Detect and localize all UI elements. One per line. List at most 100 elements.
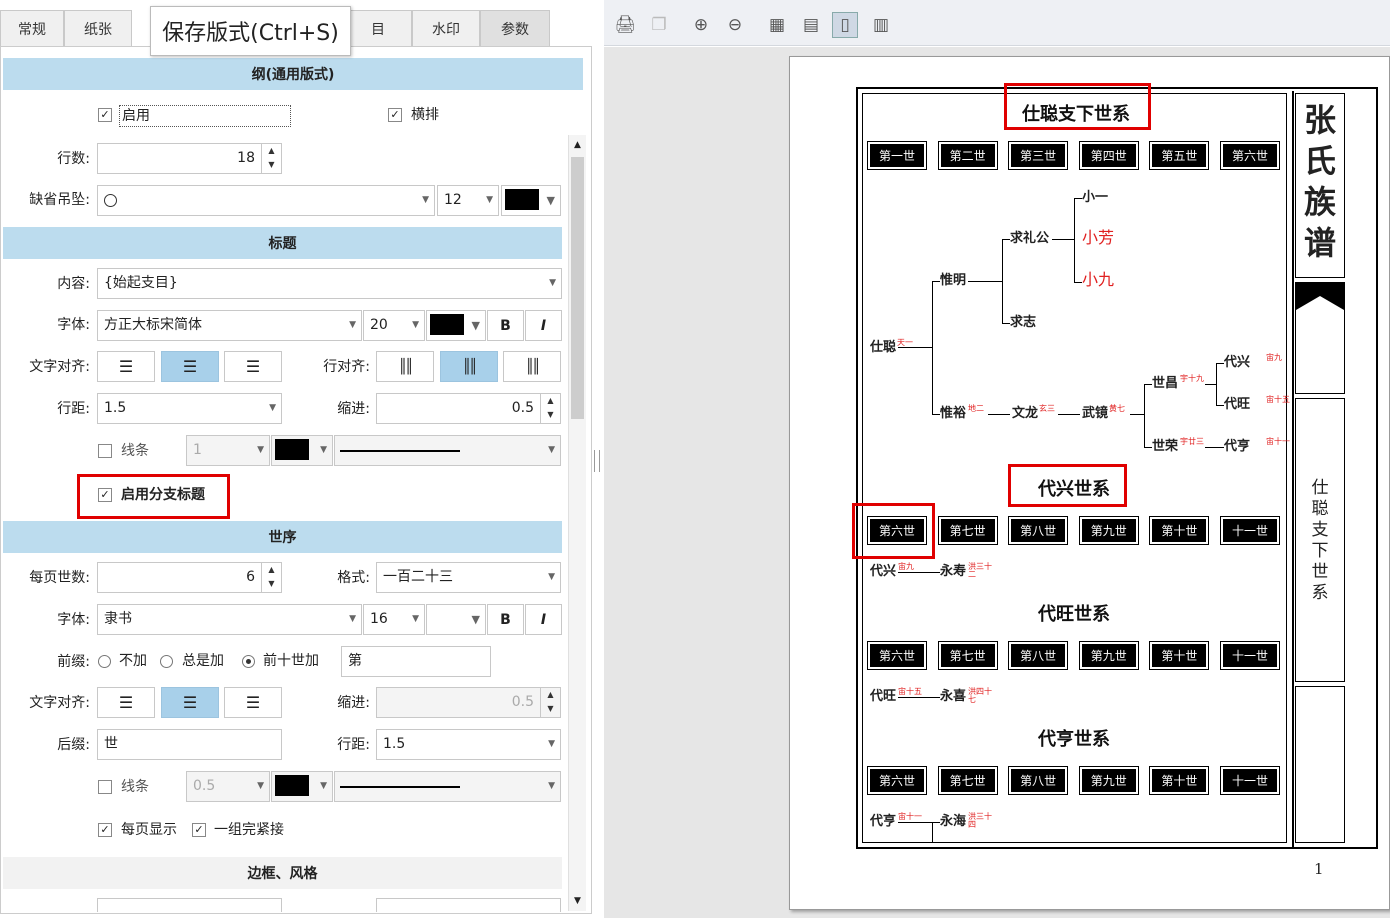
gen-line-width[interactable]: 0.5 ▼ <box>186 771 270 802</box>
row-align-top-button[interactable]: ║║ <box>376 351 434 382</box>
title-font-select[interactable]: 方正大标宋简体 ▼ <box>97 310 362 341</box>
gen-align-right-button[interactable]: ☰ <box>224 687 282 718</box>
border-select-partial-2[interactable] <box>376 898 561 912</box>
print-icon[interactable]: 🖨 <box>612 12 638 38</box>
gen-align-left-button[interactable]: ☰ <box>97 687 155 718</box>
format-select[interactable]: 一百二十三 ▼ <box>376 562 561 593</box>
fit-width-icon[interactable]: ▤ <box>798 12 824 38</box>
tab-catalog[interactable]: 目 <box>344 10 412 46</box>
row-align-middle-button[interactable]: ║║ <box>440 351 498 382</box>
gen-align-center-button[interactable]: ☰ <box>161 687 219 718</box>
align-right-button[interactable]: ☰ <box>224 351 282 382</box>
horizontal-checkbox[interactable]: ✓ <box>388 108 402 122</box>
splitter-handle[interactable] <box>594 450 600 472</box>
scroll-down-icon[interactable]: ▼ <box>569 891 586 911</box>
align-left-button[interactable]: ☰ <box>97 351 155 382</box>
tab-paper[interactable]: 纸张 <box>64 10 132 46</box>
content-select[interactable]: {始起支目} ▼ <box>97 268 562 299</box>
prefix-input[interactable]: 第 <box>341 646 491 677</box>
section-title-4: 代亨世系 <box>1038 729 1110 750</box>
align-left-icon: ☰ <box>118 357 134 376</box>
gen-size-select[interactable]: 16 ▼ <box>363 604 425 635</box>
generation-label: 第七世 <box>937 766 998 795</box>
prefix-first10-radio[interactable] <box>242 655 255 668</box>
zoom-in-icon[interactable]: ⊕ <box>688 12 714 38</box>
person-daiheng: 代亨 <box>1224 439 1251 454</box>
pendant-select[interactable]: ▼ <box>97 185 435 216</box>
pendant-size-select[interactable]: 12 ▼ <box>437 185 499 216</box>
title-size-select[interactable]: 20 ▼ <box>363 310 425 341</box>
per-page-input[interactable]: 6 ▲ ▼ <box>97 562 282 593</box>
generation-label: 第八世 <box>1008 641 1069 670</box>
gen-spacing-select[interactable]: 1.5 ▼ <box>376 729 561 760</box>
suffix-label: 后缀: <box>57 737 90 753</box>
single-page-icon[interactable]: ▯ <box>832 12 858 38</box>
row-align-bottom-button[interactable]: ║║ <box>503 351 561 382</box>
copy-icon[interactable]: ❐ <box>646 12 672 38</box>
title-font-label: 字体: <box>57 317 90 333</box>
prefix-always-label: 总是加 <box>182 653 224 669</box>
gen-font-label: 字体: <box>57 612 90 628</box>
prefix-none-radio[interactable] <box>98 655 111 668</box>
enable-label[interactable]: 启用 <box>119 105 291 127</box>
gen-bold-button[interactable]: B <box>487 604 524 635</box>
gen-spacing-label: 行距: <box>337 737 370 753</box>
gen-line-checkbox[interactable] <box>98 780 112 794</box>
rows-input[interactable]: 18 ▲ ▼ <box>97 143 282 174</box>
zoom-out-icon[interactable]: ⊖ <box>722 12 748 38</box>
title-line-width[interactable]: 1 ▼ <box>186 435 270 466</box>
generation-label: 第十世 <box>1149 516 1210 545</box>
tab-watermark[interactable]: 水印 <box>412 10 480 46</box>
generation-label: 第六世 <box>867 641 927 670</box>
generation-label: 第五世 <box>1149 141 1210 170</box>
title-spacing-label: 行距: <box>57 401 90 417</box>
generation-label: 十一世 <box>1220 516 1280 545</box>
align-center-button[interactable]: ☰ <box>161 351 219 382</box>
pendant-color-picker[interactable]: ▼ <box>501 185 561 216</box>
gen-font-select[interactable]: 隶书 ▼ <box>97 604 362 635</box>
title-line-color[interactable]: ▼ <box>271 435 333 466</box>
suffix-input[interactable]: 世 <box>97 729 282 760</box>
page-number: 1 <box>1314 860 1324 878</box>
compact-checkbox[interactable]: ✓ <box>192 823 206 837</box>
valign-middle-icon: ║║ <box>462 358 478 375</box>
enable-checkbox[interactable]: ✓ <box>98 108 112 122</box>
two-page-icon[interactable]: ▥ <box>868 12 894 38</box>
prefix-always-radio[interactable] <box>160 655 173 668</box>
border-select-partial[interactable] <box>97 898 282 912</box>
valign-top-icon: ║║ <box>398 358 414 375</box>
gen-line-color[interactable]: ▼ <box>271 771 333 802</box>
title-italic-button[interactable]: I <box>525 310 562 341</box>
show-each-label: 每页显示 <box>121 822 177 838</box>
per-page-label: 每页世数: <box>29 570 90 586</box>
fit-page-icon[interactable]: ▦ <box>764 12 790 38</box>
title-indent-input[interactable]: 0.5 ▲ ▼ <box>376 393 561 424</box>
person-daixing: 代兴 <box>1224 355 1251 370</box>
horizontal-label: 横排 <box>411 107 439 123</box>
person-daiwang: 代旺 <box>1224 397 1251 412</box>
title-spacing-select[interactable]: 1.5 ▼ <box>97 393 282 424</box>
scroll-thumb[interactable] <box>571 157 584 419</box>
gen-color-picker[interactable]: ▼ <box>426 604 486 635</box>
title-indent-label: 缩进: <box>337 401 370 417</box>
show-each-checkbox[interactable]: ✓ <box>98 823 112 837</box>
person-daiwang-2: 代旺 <box>870 689 897 704</box>
title-line-style[interactable]: ▼ <box>334 435 561 466</box>
chevron-down-icon: ▼ <box>422 195 429 205</box>
person-daiheng-2: 代亨 <box>870 814 897 829</box>
tab-params[interactable]: 参数 <box>480 10 550 46</box>
mark: 宙十五 <box>898 687 922 696</box>
person-wenlong: 文龙 <box>1012 406 1039 421</box>
gen-italic-button[interactable]: I <box>525 604 562 635</box>
gen-indent-input[interactable]: 0.5 ▲ ▼ <box>376 687 561 718</box>
tab-general[interactable]: 常规 <box>0 10 64 46</box>
mark: 宙十五 <box>1266 395 1290 404</box>
row-align-label: 行对齐: <box>323 359 370 375</box>
title-color-picker[interactable]: ▼ <box>426 310 486 341</box>
gen-line-style[interactable]: ▼ <box>334 771 561 802</box>
generation-label: 第二世 <box>937 141 998 170</box>
title-line-checkbox[interactable] <box>98 444 112 458</box>
scroll-up-icon[interactable]: ▲ <box>569 135 586 155</box>
title-bold-button[interactable]: B <box>487 310 524 341</box>
scrollbar[interactable]: ▲ ▼ <box>568 135 586 911</box>
